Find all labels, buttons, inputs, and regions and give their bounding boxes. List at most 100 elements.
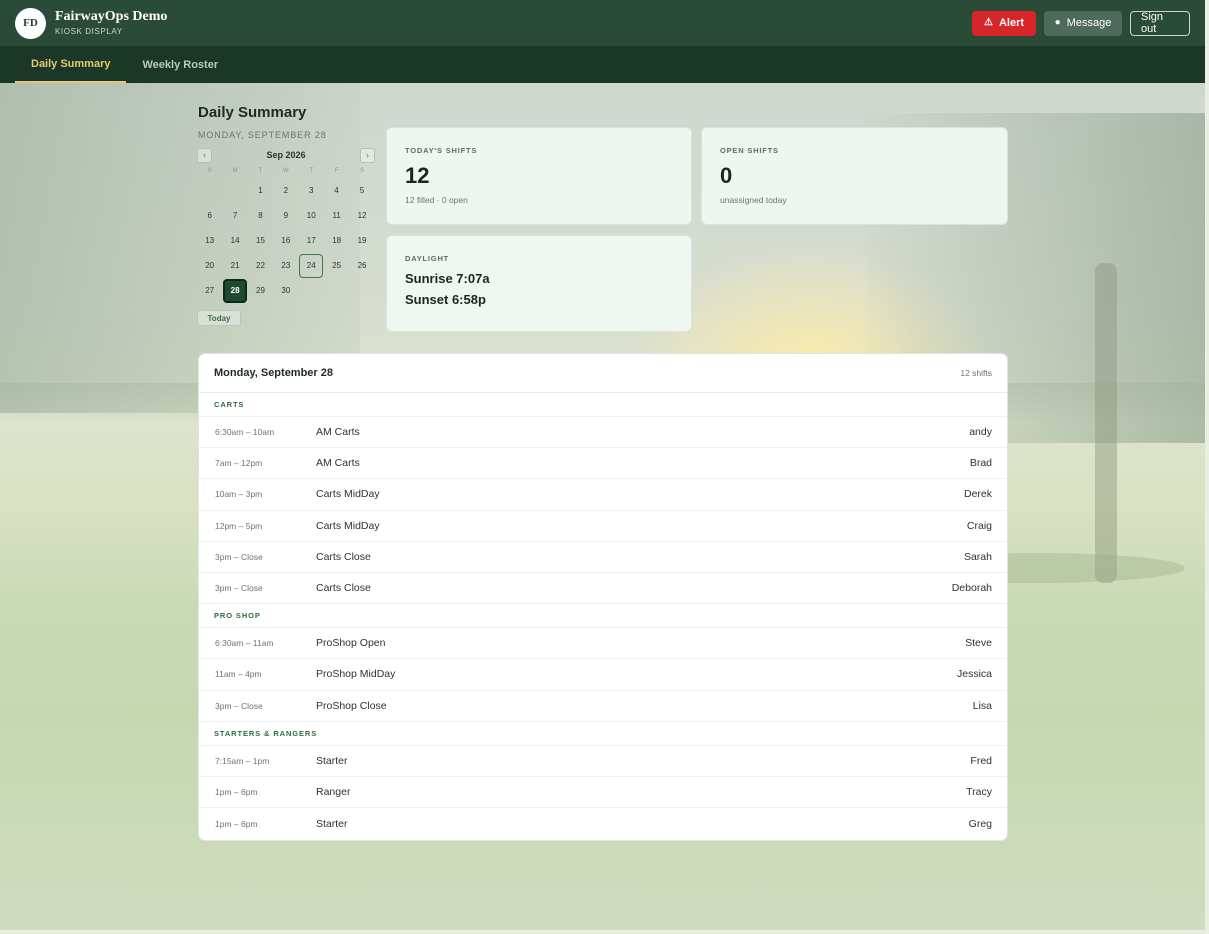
day-of-week-label: F — [334, 168, 339, 174]
calendar-day[interactable]: 10 — [299, 203, 324, 228]
calendar-day-number: 1 — [258, 186, 263, 195]
calendar-grid: S M T W T F S 1 2 3 4 5 6 7 8 9 10 11 12 13 14 15 16 17 18 19 20 21… — [197, 164, 375, 303]
calendar-day-number: 21 — [230, 261, 240, 270]
shift-assignee: Craig — [966, 519, 992, 532]
shift-role: AM Carts — [316, 426, 360, 439]
message-button-label: Message — [1066, 17, 1112, 29]
prev-month-button[interactable]: ‹ — [197, 147, 212, 163]
calendar-day[interactable]: 24 — [299, 253, 324, 278]
shift-row[interactable]: 12pm – 5pm Carts MidDay Craig — [199, 511, 1007, 542]
shift-time: 1pm – 6pm — [215, 818, 258, 829]
shift-time: 11am – 4pm — [215, 669, 262, 680]
shift-row[interactable]: 6:30am – 10am AM Carts andy — [199, 417, 1007, 449]
calendar-day-number: 5 — [359, 186, 365, 195]
shift-assignee: Fred — [970, 754, 992, 767]
calendar-day-number: 12 — [357, 211, 367, 220]
shift-row[interactable]: 7:15am – 1pm Starter Fred — [199, 746, 1007, 777]
shift-row[interactable]: 3pm – Close ProShop Close Lisa — [199, 691, 1007, 722]
day-of-week-label: T — [309, 168, 314, 174]
calendar-day[interactable]: 3 — [299, 178, 324, 203]
alert-button-label: Alert — [998, 17, 1025, 29]
calendar-day[interactable]: 27 — [197, 278, 222, 303]
shift-row[interactable]: 7am – 12pm AM Carts Brad — [199, 448, 1007, 480]
calendar-day-number: 25 — [332, 261, 342, 270]
shift-row[interactable]: 6:30am – 11am ProShop Open Steve — [199, 628, 1007, 660]
app-subtitle: KIOSK DISPLAY — [55, 27, 123, 36]
calendar-day[interactable]: 15 — [248, 228, 273, 253]
calendar-day[interactable]: 14 — [222, 228, 247, 253]
calendar-day-number: 15 — [256, 236, 265, 245]
sunrise-time: Sunrise 7:07a — [405, 271, 490, 286]
calendar-day[interactable]: 16 — [273, 228, 298, 253]
calendar-day[interactable]: 13 — [197, 228, 222, 253]
next-month-button[interactable]: › — [360, 147, 375, 163]
calendar-day-number: 10 — [306, 211, 316, 220]
speech-bubble-icon: ● — [1054, 17, 1061, 28]
shift-row[interactable]: 3pm – Close Carts Close Sarah — [199, 542, 1007, 573]
calendar-day-number: 18 — [332, 236, 342, 245]
group-label: PRO SHOP — [199, 604, 1007, 629]
day-of-week-label: M — [232, 168, 238, 174]
calendar-day-number: 16 — [281, 236, 291, 245]
calendar-day[interactable]: 19 — [349, 228, 374, 253]
shift-assignee: Jessica — [956, 668, 992, 681]
calendar-day[interactable]: 1 — [248, 178, 273, 203]
calendar-day[interactable]: 12 — [349, 203, 374, 228]
shift-assignee: Steve — [965, 637, 992, 650]
shift-row[interactable]: 3pm – Close Carts Close Deborah — [199, 573, 1007, 605]
calendar-day[interactable]: 22 — [248, 253, 273, 278]
calendar-day[interactable]: 25 — [324, 253, 349, 278]
calendar-day[interactable]: 11 — [324, 203, 349, 228]
shift-role: ProShop MidDay — [316, 668, 396, 681]
shift-role: Carts MidDay — [316, 519, 380, 532]
calendar-day[interactable]: 5 — [349, 178, 374, 203]
calendar-day[interactable]: 23 — [273, 253, 298, 278]
alert-button[interactable]: ⚠ Alert — [972, 10, 1036, 36]
calendar-day[interactable]: 7 — [222, 203, 247, 228]
shift-time: 6:30am – 10am — [215, 427, 275, 438]
calendar-day[interactable]: 17 — [299, 228, 324, 253]
todays-shifts-card: TODAY'S SHIFTS 12 12 filled · 0 open — [386, 127, 692, 225]
shift-row[interactable]: 11am – 4pm ProShop MidDay Jessica — [199, 659, 1007, 691]
calendar-blank — [197, 178, 222, 203]
shift-role: ProShop Close — [316, 699, 387, 712]
calendar-day[interactable]: 26 — [349, 253, 374, 278]
calendar-day[interactable]: 21 — [222, 253, 247, 278]
calendar-day-number: 3 — [309, 186, 314, 195]
tab-bar: Daily Summary Weekly Roster — [0, 46, 1205, 83]
calendar-day[interactable]: 2 — [273, 178, 298, 203]
calendar-day-number: 13 — [205, 236, 215, 245]
org-avatar: FD — [15, 7, 46, 39]
shift-time: 7am – 12pm — [215, 458, 263, 469]
shift-list-title: Monday, September 28 — [214, 367, 333, 379]
shift-row[interactable]: 1pm – 6pm Ranger Tracy — [199, 777, 1007, 809]
message-button[interactable]: ● Message — [1044, 10, 1122, 36]
daylight-card: DAYLIGHT Sunrise 7:07a Sunset 6:58p — [386, 235, 692, 332]
calendar-day[interactable]: 30 — [273, 278, 298, 303]
calendar-day[interactable]: 29 — [248, 278, 273, 303]
calendar-day-number: 29 — [256, 286, 265, 295]
calendar-day-number: 20 — [205, 261, 215, 270]
calendar-day[interactable]: 20 — [197, 253, 222, 278]
shift-assignee: Brad — [969, 457, 992, 470]
calendar-day-number: 23 — [281, 261, 291, 270]
sign-out-button[interactable]: Sign out — [1130, 10, 1190, 36]
calendar-day[interactable]: 28 — [222, 278, 248, 303]
calendar-day[interactable]: 9 — [273, 203, 298, 228]
tab-weekly-roster[interactable]: Weekly Roster — [126, 46, 234, 83]
calendar-day[interactable]: 6 — [197, 203, 222, 228]
shift-list-header: Monday, September 28 12 shifts — [199, 354, 1007, 393]
calendar-day[interactable]: 4 — [324, 178, 349, 203]
calendar-day[interactable]: 8 — [248, 203, 273, 228]
shift-row[interactable]: 1pm – 6pm Starter Greg — [199, 808, 1007, 839]
calendar-header: ‹ Sep 2026 › — [197, 146, 375, 164]
calendar-day-number: 26 — [357, 261, 367, 270]
calendar-day[interactable]: 18 — [324, 228, 349, 253]
today-button[interactable]: Today — [197, 310, 241, 326]
shift-row[interactable]: 10am – 3pm Carts MidDay Derek — [199, 479, 1007, 511]
shift-assignee: Greg — [968, 817, 992, 830]
shift-time: 7:15am – 1pm — [215, 755, 270, 766]
calendar-day-number: 14 — [230, 236, 240, 245]
tab-daily-summary[interactable]: Daily Summary — [15, 46, 127, 83]
shift-time: 12pm – 5pm — [215, 520, 263, 531]
